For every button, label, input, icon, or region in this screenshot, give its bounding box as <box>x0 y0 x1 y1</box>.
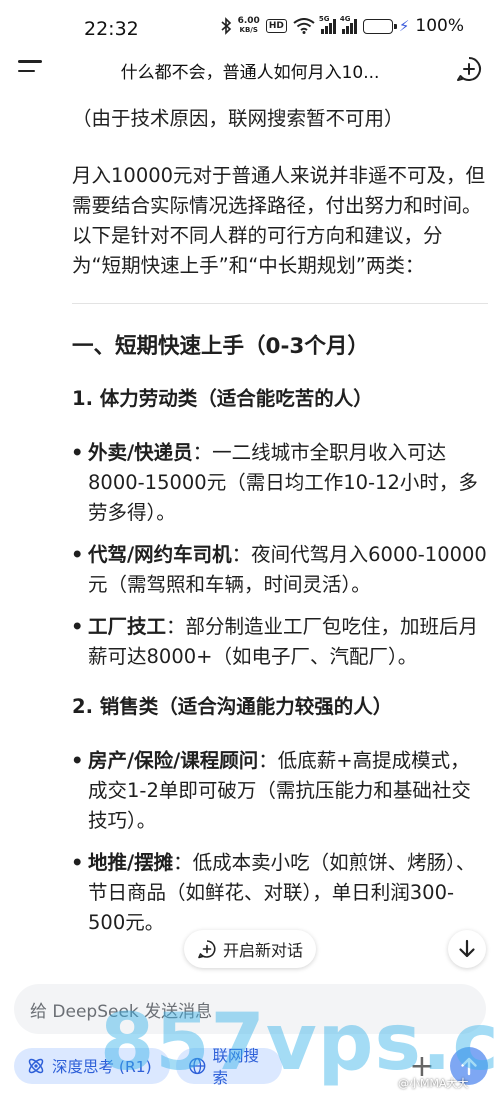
category-heading-labor: 1. 体力劳动类（适合能吃苦的人） <box>72 387 373 410</box>
new-chat-icon[interactable] <box>456 56 482 82</box>
section-heading-short-term: 一、短期快速上手（0-3个月） <box>72 334 369 359</box>
list-item: 代驾/网约车司机：夜间代驾月入6000-10000元（需驾照和车辆，时间灵活）。 <box>71 540 488 600</box>
list-item: 地推/摆摊：低成本卖小吃（如煎饼、烤肠）、节日商品（如鲜花、对联），单日利润30… <box>71 848 488 938</box>
chat-title: 什么都不会，普通人如何月入10... <box>120 63 380 83</box>
wifi-icon <box>293 18 315 34</box>
charging-icon: ⚡ <box>398 17 410 35</box>
battery-percent: 100% <box>415 16 464 36</box>
search-unavailable-note: （由于技术原因，联网搜索暂不可用） <box>72 107 404 130</box>
battery-icon <box>362 18 397 34</box>
signal-4g-icon: 4G <box>339 15 357 34</box>
list-item-term: 地推/摆摊 <box>88 851 174 874</box>
labor-list: 外卖/快递员：一二线城市全职月收入可达8000-15000元（需日均工作10-1… <box>71 438 488 672</box>
net-speed: 6.00 KB/S <box>238 17 260 35</box>
status-icons: 6.00 KB/S HD 5G 4G ⚡ 100% <box>220 15 464 36</box>
list-item: 工厂技工：部分制造业工厂包吃住，加班后月薪可达8000+（如电子厂、汽配厂）。 <box>71 612 488 672</box>
signal-5g-label: 5G <box>318 15 330 23</box>
arrow-down-icon <box>459 939 475 958</box>
new-chat-label: 开启新对话 <box>222 941 303 960</box>
status-bar: 22:32 6.00 KB/S HD 5G 4G ⚡ 100% <box>0 0 500 56</box>
sales-list: 房产/保险/课程顾问：低底薪+高提成模式，成交1-2单即可破万（需抗压能力和基础… <box>71 746 488 938</box>
net-speed-value: 6.00 <box>237 16 260 26</box>
credit-text: @小MMA大大 <box>398 1077 469 1090</box>
assistant-message: （由于技术原因，联网搜索暂不可用） 月入10000元对于普通人来说并非遥不可及，… <box>71 104 488 958</box>
signal-5g-icon: 5G <box>318 15 336 34</box>
hd-badge: HD <box>265 19 287 33</box>
status-time: 22:32 <box>84 18 139 40</box>
intro-paragraph: 月入10000元对于普通人来说并非遥不可及，但需要结合实际情况选择路径，付出努力… <box>72 164 486 277</box>
list-item-term: 工厂技工 <box>88 615 167 638</box>
new-chat-button[interactable]: 开启新对话 <box>184 930 316 968</box>
signal-4g-label: 4G <box>339 15 351 23</box>
net-speed-unit: KB/S <box>239 26 258 34</box>
bluetooth-icon <box>221 17 231 35</box>
chat-header: 什么都不会，普通人如何月入10... <box>0 52 500 90</box>
list-item: 外卖/快递员：一二线城市全职月收入可达8000-15000元（需日均工作10-1… <box>71 438 488 528</box>
list-item-term: 外卖/快递员 <box>88 441 193 464</box>
list-item: 房产/保险/课程顾问：低底薪+高提成模式，成交1-2单即可破万（需抗压能力和基础… <box>71 746 488 836</box>
list-item-term: 代驾/网约车司机 <box>88 543 232 566</box>
divider <box>72 303 488 304</box>
atom-icon <box>28 1058 44 1074</box>
menu-icon[interactable] <box>18 60 44 80</box>
new-chat-bubble-icon <box>198 940 216 959</box>
list-item-term: 房产/保险/课程顾问 <box>88 749 259 772</box>
scroll-down-button[interactable] <box>448 930 486 968</box>
category-heading-sales: 2. 销售类（适合沟通能力较强的人） <box>72 695 393 718</box>
